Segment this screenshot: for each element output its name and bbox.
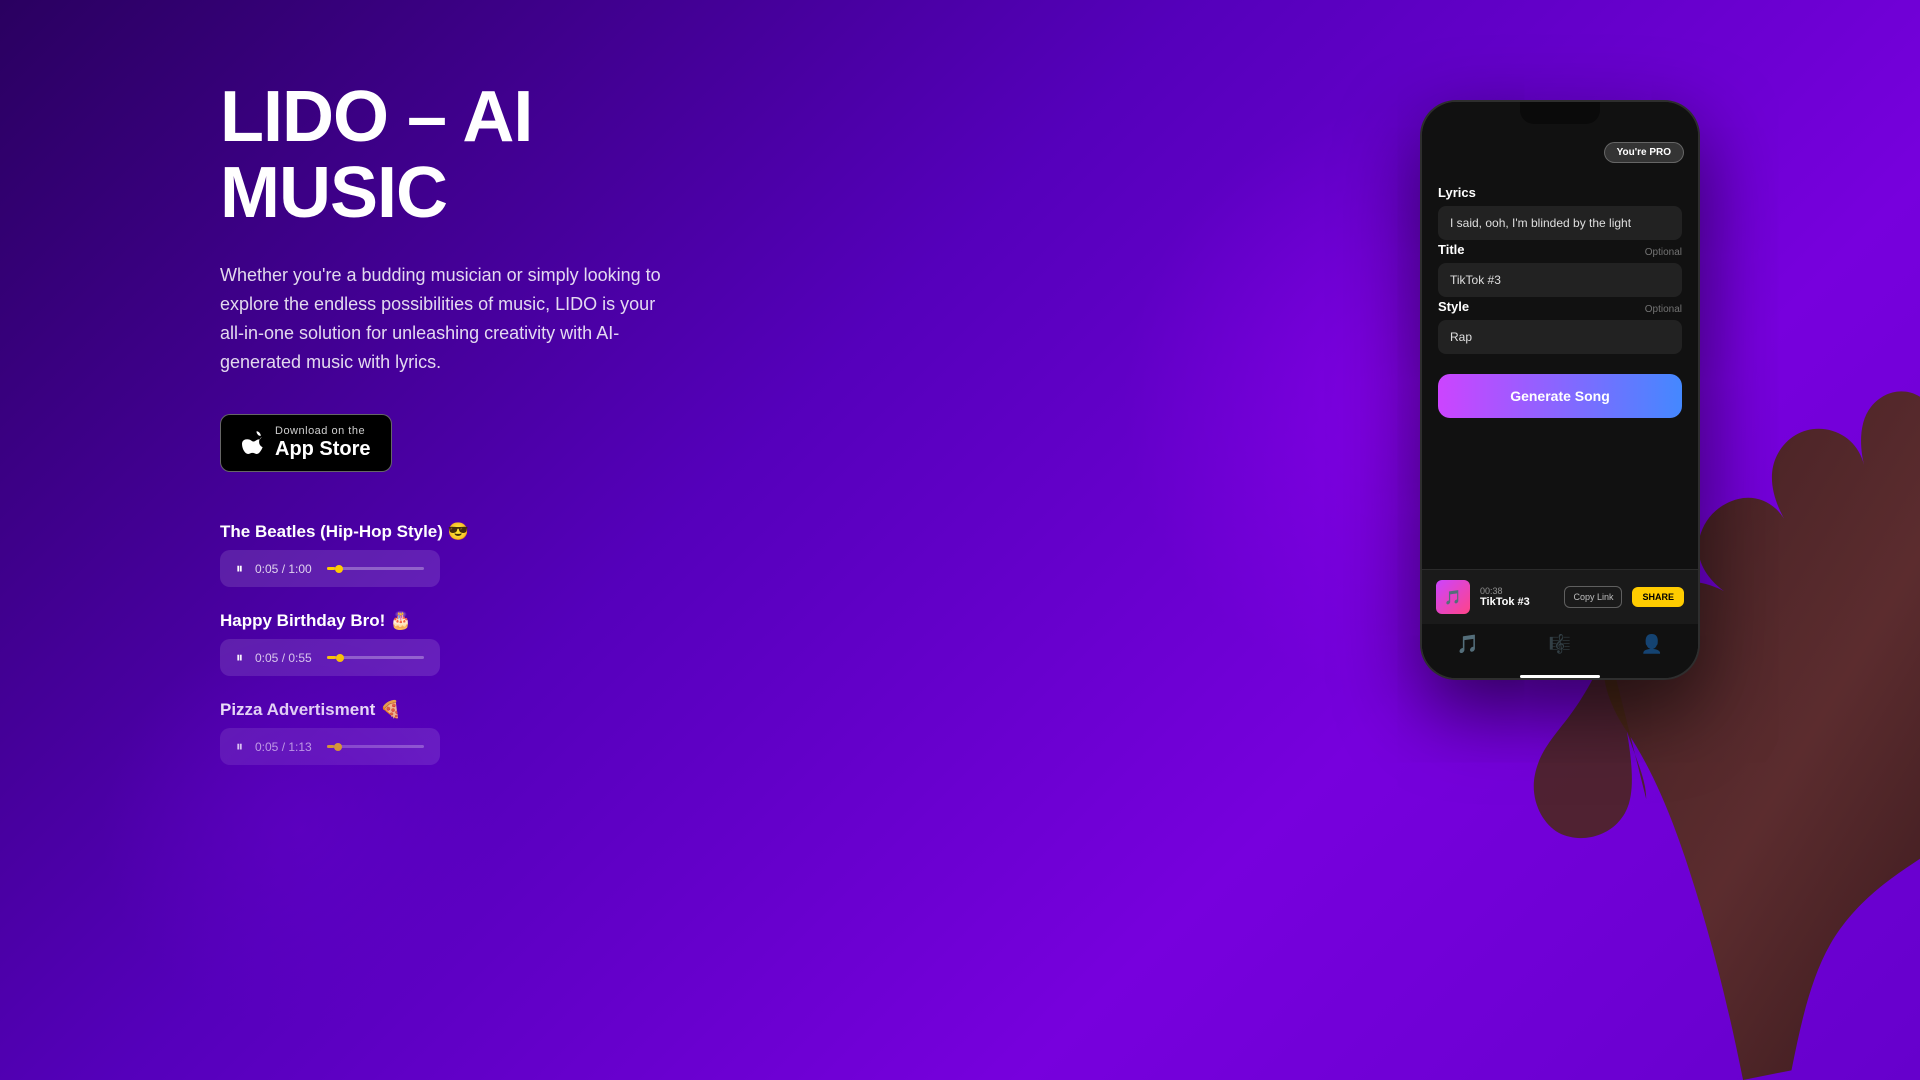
bottom-player: 🎵 00:38 TikTok #3 Copy Link SHARE: [1422, 569, 1698, 624]
progress-bar-1[interactable]: [327, 567, 424, 570]
player-thumbnail: 🎵: [1436, 580, 1470, 614]
bottom-nav: 🎵 🎼 👤: [1422, 624, 1698, 669]
download-on-label: Download on the: [275, 425, 371, 437]
progress-bar-2[interactable]: [327, 656, 424, 659]
progress-dot-1: [335, 565, 343, 573]
progress-dot-3: [334, 743, 342, 751]
track-player-1[interactable]: ⏸ 0:05 / 1:00: [220, 550, 440, 587]
phone-notch: [1520, 102, 1600, 124]
progress-bar-3[interactable]: [327, 745, 424, 748]
title-optional: Optional: [1645, 247, 1682, 258]
track-title-3: Pizza Advertisment 🍕: [220, 700, 800, 720]
track-item-1: The Beatles (Hip-Hop Style) 😎 ⏸ 0:05 / 1…: [220, 522, 800, 587]
track-item-3: Pizza Advertisment 🍕 ⏸ 0:05 / 1:13: [220, 700, 800, 765]
track-time-2: 0:05 / 0:55: [255, 651, 315, 665]
pause-icon-1[interactable]: ⏸: [236, 560, 243, 577]
title-label: Title: [1438, 242, 1465, 257]
phone-mockup: You're PRO Lyrics Title Optional Style O…: [1420, 100, 1700, 680]
track-item-2: Happy Birthday Bro! 🎂 ⏸ 0:05 / 0:55: [220, 611, 800, 676]
title-label-row: Title Optional: [1438, 242, 1682, 263]
pause-icon-2[interactable]: ⏸: [236, 649, 243, 666]
apple-icon: [241, 428, 263, 458]
store-name-label: App Store: [275, 437, 371, 461]
copy-link-button[interactable]: Copy Link: [1564, 586, 1622, 608]
app-store-button[interactable]: Download on the App Store: [220, 414, 392, 472]
hero-title-line1: LIDO – AI: [220, 77, 532, 157]
phone-screen: You're PRO Lyrics Title Optional Style O…: [1422, 102, 1698, 678]
hero-description: Whether you're a budding musician or sim…: [220, 261, 680, 376]
nav-icon-music[interactable]: 🎵: [1457, 634, 1479, 655]
pause-icon-3[interactable]: ⏸: [236, 738, 243, 755]
app-store-text: Download on the App Store: [275, 425, 371, 461]
style-label: Style: [1438, 299, 1469, 314]
phone-form: Lyrics Title Optional Style Optional Gen…: [1422, 163, 1698, 569]
progress-fill-2: [327, 656, 336, 659]
progress-dot-2: [336, 654, 344, 662]
track-list: The Beatles (Hip-Hop Style) 😎 ⏸ 0:05 / 1…: [220, 522, 800, 765]
track-player-2[interactable]: ⏸ 0:05 / 0:55: [220, 639, 440, 676]
share-button[interactable]: SHARE: [1632, 587, 1684, 607]
pro-badge: You're PRO: [1604, 142, 1684, 163]
nav-icon-profile[interactable]: 👤: [1641, 634, 1663, 655]
track-title-1: The Beatles (Hip-Hop Style) 😎: [220, 522, 800, 542]
lyrics-input[interactable]: [1438, 206, 1682, 240]
style-optional: Optional: [1645, 304, 1682, 315]
progress-fill-3: [327, 745, 334, 748]
nav-icon-notes[interactable]: 🎼: [1549, 634, 1571, 655]
hero-section: LIDO – AI MUSIC Whether you're a budding…: [220, 80, 800, 765]
track-title-2: Happy Birthday Bro! 🎂: [220, 611, 800, 631]
hero-title: LIDO – AI MUSIC: [220, 80, 800, 231]
lyrics-label: Lyrics: [1438, 185, 1682, 200]
player-time: 00:38: [1480, 586, 1554, 596]
hero-title-line2: MUSIC: [220, 153, 447, 233]
track-time-1: 0:05 / 1:00: [255, 562, 315, 576]
player-info: 00:38 TikTok #3: [1480, 586, 1554, 608]
track-player-3[interactable]: ⏸ 0:05 / 1:13: [220, 728, 440, 765]
player-song-name: TikTok #3: [1480, 596, 1554, 608]
title-input[interactable]: [1438, 263, 1682, 297]
progress-fill-1: [327, 567, 335, 570]
home-indicator: [1520, 675, 1600, 678]
generate-song-button[interactable]: Generate Song: [1438, 374, 1682, 418]
pro-badge-container: You're PRO: [1422, 134, 1698, 163]
style-label-row: Style Optional: [1438, 299, 1682, 320]
track-time-3: 0:05 / 1:13: [255, 740, 315, 754]
style-input[interactable]: [1438, 320, 1682, 354]
